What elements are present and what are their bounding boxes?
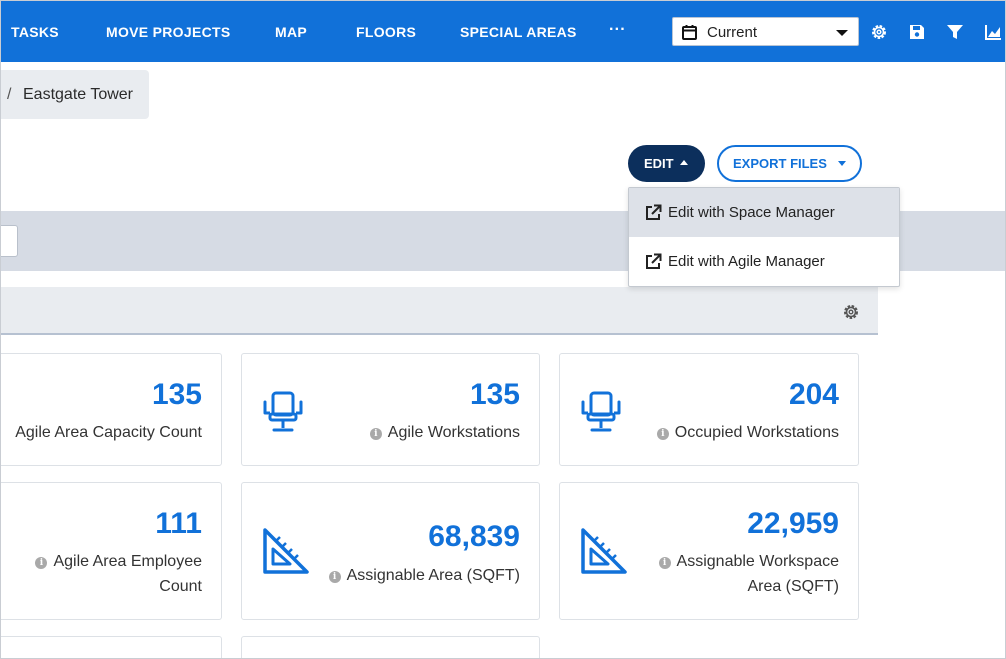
kpi-card-assignable-area: 68,839 i Assignable Area (SQFT)	[241, 482, 540, 620]
menu-item-label: Edit with Agile Manager	[668, 253, 825, 270]
nav-tasks[interactable]: TASKS	[11, 24, 59, 40]
period-select[interactable]: Current	[672, 17, 859, 46]
settings-icon[interactable]	[869, 22, 889, 42]
save-icon[interactable]	[907, 22, 927, 42]
kpi-card-partial	[241, 636, 540, 658]
caret-up-icon	[680, 160, 688, 165]
set-square-icon	[581, 528, 627, 574]
app-frame: { "nav": { "items": ["TASKS", "MOVE PROJ…	[0, 0, 1006, 659]
kpi-label: Agile Area Capacity Count	[15, 424, 202, 441]
export-files-button[interactable]: EXPORT FILES	[717, 145, 862, 182]
kpi-label: i Agile Area Employee Count	[35, 549, 202, 599]
kpi-card-agile-workstations: 135 i Agile Workstations	[241, 353, 540, 466]
menu-item-edit-space-manager[interactable]: Edit with Space Manager	[629, 188, 899, 237]
caret-down-icon	[838, 161, 846, 166]
kpi-value: 204	[788, 378, 839, 411]
nav-special-areas[interactable]: SPECIAL AREAS	[460, 24, 577, 40]
kpi-value: 111	[155, 507, 202, 540]
top-nav-bar: TASKS MOVE PROJECTS MAP FLOORS SPECIAL A…	[1, 1, 1005, 62]
kpi-card-occupied-workstations: 204 i Occupied Workstations	[559, 353, 859, 466]
chevron-down-icon	[836, 30, 848, 36]
kpi-label: i Occupied Workstations	[656, 420, 839, 445]
chair-icon	[581, 391, 621, 432]
panel-settings-icon[interactable]	[841, 302, 861, 322]
kpi-value: 135	[469, 378, 520, 411]
menu-item-label: Edit with Space Manager	[668, 204, 835, 221]
period-value: Current	[707, 24, 758, 41]
nav-move-projects[interactable]: MOVE PROJECTS	[106, 24, 230, 40]
edit-button-label: EDIT	[644, 156, 674, 171]
kpi-label: i Agile Workstations	[369, 420, 520, 445]
info-icon[interactable]: i	[658, 557, 671, 569]
calendar-icon	[682, 25, 697, 40]
chart-icon[interactable]	[983, 22, 1003, 42]
external-link-icon	[646, 204, 662, 220]
kpi-label: i Assignable Workspace Area (SQFT)	[658, 549, 839, 599]
breadcrumb-current[interactable]: Eastgate Tower	[23, 86, 133, 104]
kpi-card-partial	[1, 636, 222, 658]
kpi-card-agile-area-employee-count: 111 i Agile Area Employee Count	[1, 482, 222, 620]
kpi-value: 135	[151, 378, 202, 411]
breadcrumb: / Eastgate Tower	[1, 70, 149, 119]
kpi-label: i Assignable Area (SQFT)	[328, 563, 520, 588]
info-icon[interactable]: i	[35, 557, 48, 569]
info-icon[interactable]: i	[369, 428, 382, 440]
info-icon[interactable]: i	[656, 428, 669, 440]
nav-more-menu[interactable]: ···	[609, 21, 626, 39]
edit-dropdown-menu: Edit with Space Manager Edit with Agile …	[628, 187, 900, 287]
nav-floors[interactable]: FLOORS	[356, 24, 416, 40]
breadcrumb-separator: /	[7, 86, 12, 103]
filter-icon[interactable]	[945, 22, 965, 42]
kpi-panel-header	[1, 287, 878, 335]
band-input-field[interactable]	[1, 225, 18, 257]
menu-item-edit-agile-manager[interactable]: Edit with Agile Manager	[629, 237, 899, 286]
kpi-value: 22,959	[747, 507, 839, 540]
external-link-icon	[646, 253, 662, 269]
set-square-icon	[263, 528, 309, 574]
kpi-card-assignable-workspace-area: 22,959 i Assignable Workspace Area (SQFT)	[559, 482, 859, 620]
edit-button[interactable]: EDIT	[628, 145, 705, 182]
chair-icon	[263, 391, 303, 432]
export-files-label: EXPORT FILES	[733, 156, 827, 171]
info-icon[interactable]: i	[328, 571, 341, 583]
kpi-card-agile-area-capacity: 135 Agile Area Capacity Count	[1, 353, 222, 466]
nav-map[interactable]: MAP	[275, 24, 307, 40]
kpi-value: 68,839	[428, 520, 520, 553]
